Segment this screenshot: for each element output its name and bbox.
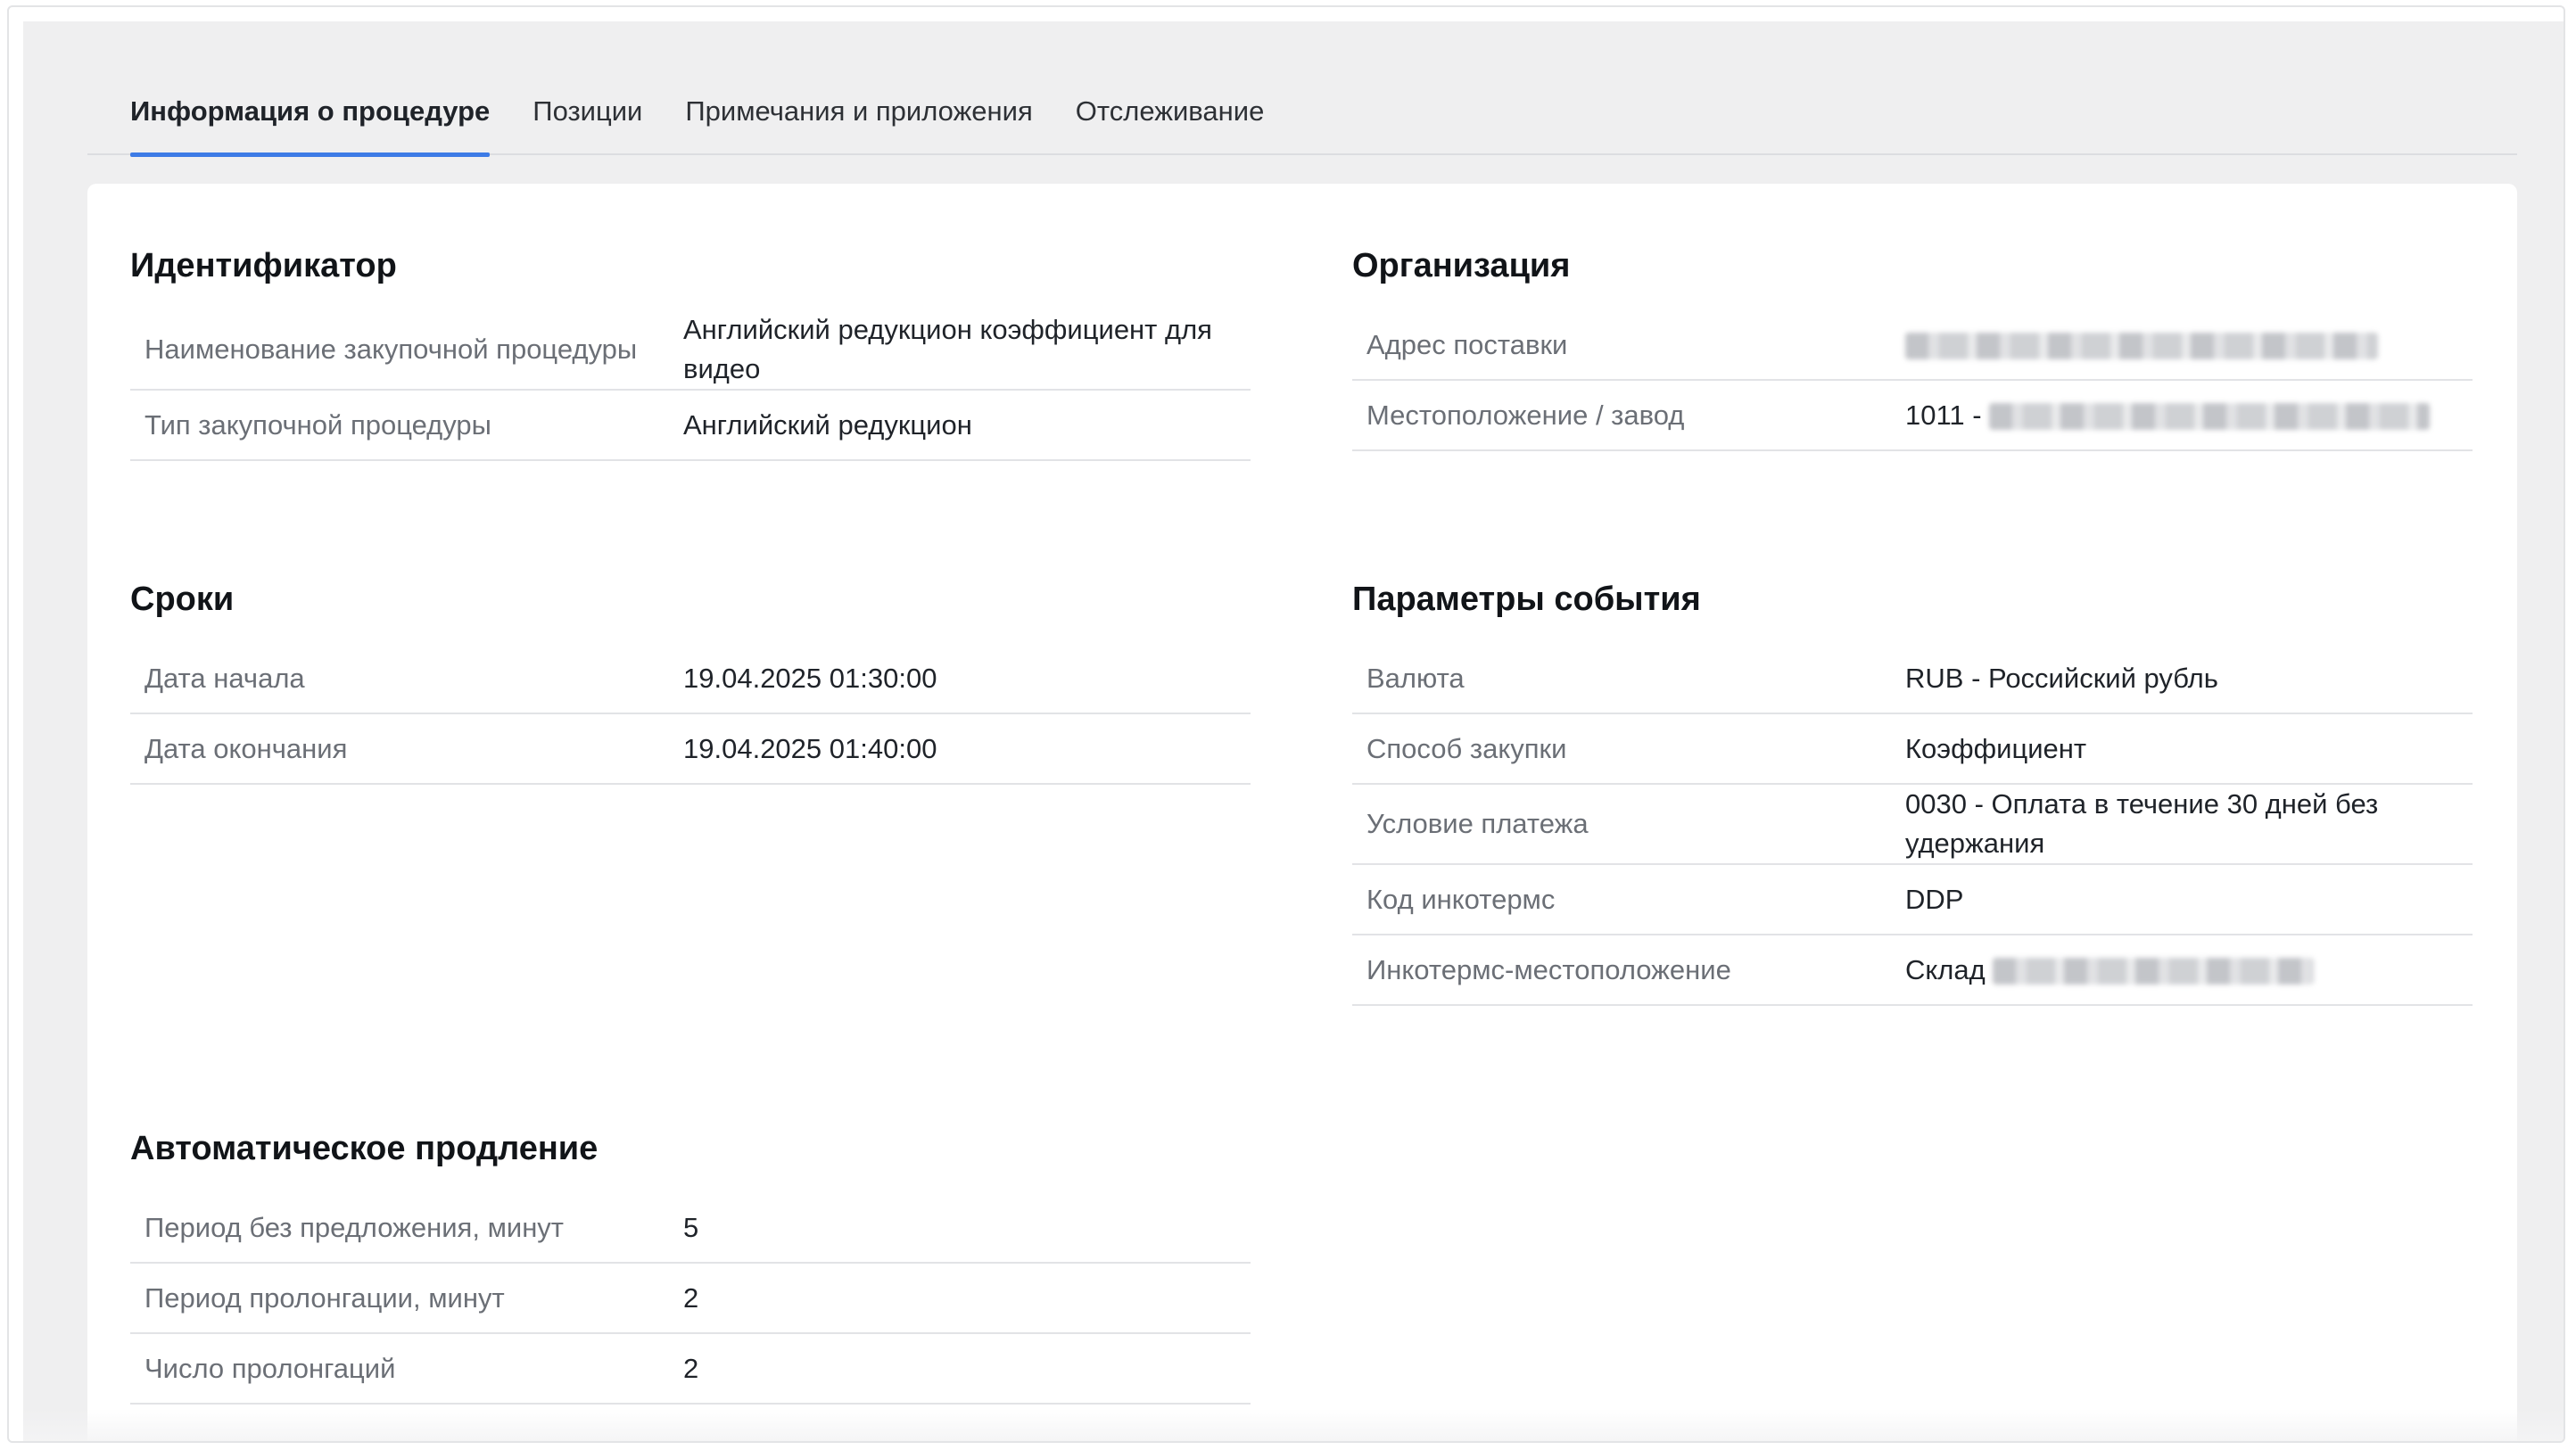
procedure-panel: Информация о процедуре Позиции Примечани… bbox=[23, 21, 2564, 1441]
bottom-fade bbox=[23, 1409, 2564, 1441]
field-row: Валюта RUB - Российский рубль bbox=[1352, 644, 2473, 714]
field-row: Способ закупки Коэффициент bbox=[1352, 714, 2473, 785]
field-value: Коэффициент bbox=[1905, 732, 2087, 764]
section-title-identifier: Идентификатор bbox=[130, 247, 397, 284]
details-card: Идентификатор Наименование закупочной пр… bbox=[87, 184, 2517, 1441]
field-value: 0030 - Оплата в течение 30 дней без удер… bbox=[1905, 788, 2379, 859]
window-frame: Информация о процедуре Позиции Примечани… bbox=[7, 5, 2565, 1443]
section-title-organization: Организация bbox=[1352, 247, 1571, 284]
field-label: Дата начала bbox=[144, 662, 305, 694]
field-row: Адрес поставки bbox=[1352, 310, 2473, 381]
field-row: Дата окончания 19.04.2025 01:40:00 bbox=[130, 714, 1251, 785]
field-value: 2 bbox=[683, 1281, 699, 1314]
field-label: Тип закупочной процедуры bbox=[144, 408, 491, 441]
field-row: Наименование закупочной процедуры Англий… bbox=[130, 310, 1251, 391]
incoterms-location-prefix: Склад bbox=[1905, 953, 1986, 985]
auto-extension-section: Автоматическое продление Период без пред… bbox=[130, 1124, 1251, 1405]
section-title-deadlines: Сроки bbox=[130, 581, 235, 618]
field-value: 2 bbox=[683, 1352, 699, 1384]
field-value: Английский редукцион коэффициент для вид… bbox=[683, 314, 1212, 384]
identifier-section: Идентификатор Наименование закупочной пр… bbox=[130, 241, 1251, 461]
field-label: Условие платежа bbox=[1366, 808, 1589, 839]
field-label: Способ закупки bbox=[1366, 732, 1567, 764]
field-label: Валюта bbox=[1366, 662, 1465, 694]
field-value: RUB - Российский рубль bbox=[1905, 662, 2218, 694]
section-title-event-params: Параметры события bbox=[1352, 581, 1701, 618]
section-title-auto-extension: Автоматическое продление bbox=[130, 1130, 599, 1167]
field-label: Дата окончания bbox=[144, 732, 348, 764]
field-row: Тип закупочной процедуры Английский реду… bbox=[130, 391, 1251, 461]
redacted-text bbox=[1993, 958, 2315, 985]
field-value: 19.04.2025 01:30:00 bbox=[683, 662, 937, 694]
field-label: Период пролонгации, минут bbox=[144, 1281, 505, 1314]
field-row: Инкотермс-местоположение Склад bbox=[1352, 935, 2473, 1006]
tab-bar: Информация о процедуре Позиции Примечани… bbox=[87, 68, 2517, 157]
tab-positions[interactable]: Позиции bbox=[533, 68, 642, 155]
field-row: Местоположение / завод 1011 - bbox=[1352, 381, 2473, 451]
field-row: Дата начала 19.04.2025 01:30:00 bbox=[130, 644, 1251, 714]
field-label: Инкотермс-местоположение bbox=[1366, 953, 1731, 985]
field-value: 19.04.2025 01:40:00 bbox=[683, 732, 937, 764]
field-label: Число пролонгаций bbox=[144, 1352, 396, 1384]
field-label: Период без предложения, минут bbox=[144, 1211, 565, 1243]
field-value: DDP bbox=[1905, 883, 1964, 915]
field-value: Английский редукцион bbox=[683, 408, 972, 441]
redacted-text bbox=[1989, 403, 2431, 431]
location-code: 1011 - bbox=[1905, 399, 1982, 431]
organization-section: Организация Адрес поставки Местоположени… bbox=[1352, 241, 2473, 451]
incoterms-location-value: Склад bbox=[1905, 951, 2473, 990]
field-label: Наименование закупочной процедуры bbox=[144, 334, 638, 365]
field-label: Местоположение / завод bbox=[1366, 399, 1685, 431]
delivery-address-value bbox=[1905, 325, 2473, 365]
tab-tracking[interactable]: Отслеживание bbox=[1076, 68, 1265, 155]
field-row: Период пролонгации, минут 2 bbox=[130, 1264, 1251, 1334]
field-row: Период без предложения, минут 5 bbox=[130, 1193, 1251, 1264]
event-params-section: Параметры события Валюта RUB - Российски… bbox=[1352, 574, 2473, 1006]
deadlines-section: Сроки Дата начала 19.04.2025 01:30:00 Да… bbox=[130, 574, 1251, 785]
field-label: Адрес поставки bbox=[1366, 328, 1568, 360]
field-row: Условие платежа 0030 - Оплата в течение … bbox=[1352, 785, 2473, 865]
location-plant-value: 1011 - bbox=[1905, 396, 2473, 435]
field-row: Число пролонгаций 2 bbox=[130, 1334, 1251, 1405]
field-value: 5 bbox=[683, 1211, 699, 1243]
redacted-text bbox=[1905, 333, 2378, 360]
field-row: Код инкотермс DDP bbox=[1352, 865, 2473, 935]
field-label: Код инкотермс bbox=[1366, 883, 1556, 915]
tab-notes-attachments[interactable]: Примечания и приложения bbox=[685, 68, 1032, 155]
tab-procedure-info[interactable]: Информация о процедуре bbox=[130, 68, 491, 157]
